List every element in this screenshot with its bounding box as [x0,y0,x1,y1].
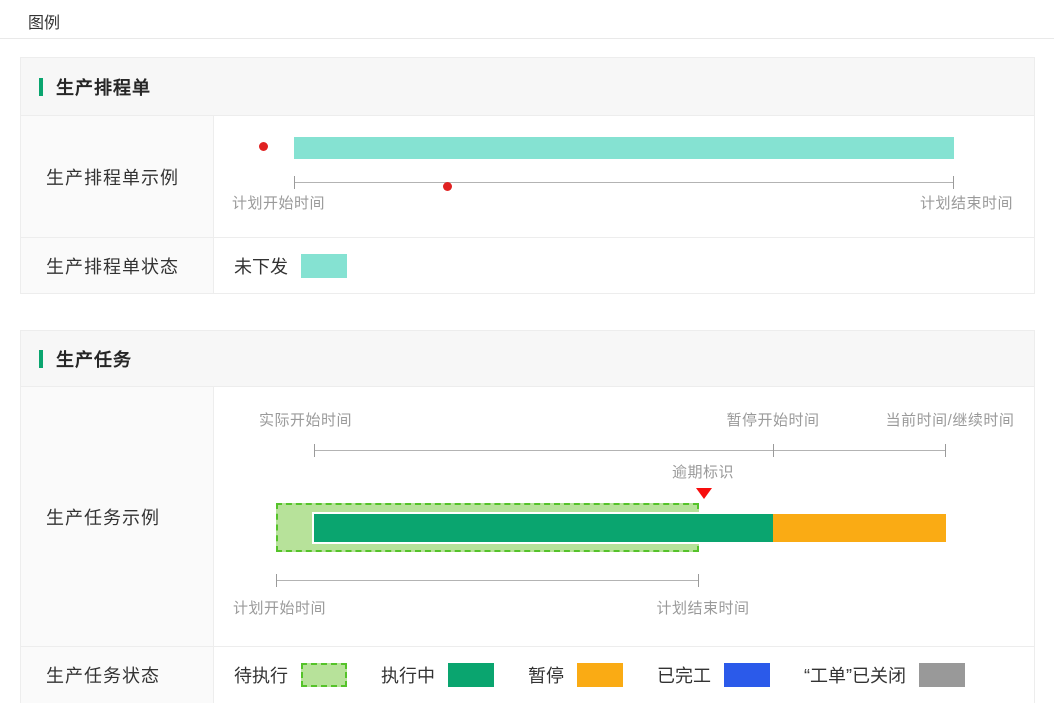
status-item-not-issued: 未下发 [234,253,347,279]
plan-start-label: 计划开始时间 [233,597,326,618]
status-item-label: 未下发 [234,253,288,279]
schedule-example-row: 生产排程单示例 计划开始时间 计划结束时间 [21,115,1034,237]
execution-timeline [314,444,946,457]
schedule-status-label: 生产排程单状态 [21,238,214,293]
pending-swatch [301,663,347,687]
schedule-status-content: 未下发 [214,238,1034,293]
schedule-bar [294,137,954,159]
closed-swatch [919,663,965,687]
status-item-done: 已完工 [657,662,770,688]
section-accent-bar [39,350,43,368]
timeline-tick [276,574,277,587]
task-example-label: 生产任务示例 [21,387,214,646]
schedule-example-diagram: 计划开始时间 计划结束时间 [214,116,1034,237]
running-segment [314,514,773,542]
status-item-pending: 待执行 [234,662,347,688]
task-panel-header: 生产任务 [21,331,1034,386]
page-title: 图例 [28,9,60,33]
status-item-label: 执行中 [381,662,435,688]
status-item-label: “工单”已关闭 [804,662,906,688]
schedule-panel-header: 生产排程单 [21,58,1034,115]
overdue-triangle-icon [696,488,712,499]
timeline-line [294,182,954,183]
timeline-tick [945,444,946,457]
paused-segment [773,514,946,542]
schedule-section-title: 生产排程单 [56,74,151,100]
status-item-label: 待执行 [234,662,288,688]
running-swatch [448,663,494,687]
plan-end-label: 计划结束时间 [656,597,749,618]
current-time-label: 当前时间/继续时间 [886,409,1015,430]
schedule-status-row: 生产排程单状态 未下发 [21,237,1034,293]
timeline-tick [953,176,954,189]
overdue-label: 逾期标识 [672,461,734,482]
task-status-content: 待执行 执行中 暂停 已完工 “工单”已关闭 [214,647,1034,703]
done-swatch [724,663,770,687]
title-divider [0,38,1054,39]
red-dot-marker [259,142,268,151]
status-item-paused: 暂停 [528,662,623,688]
timeline-tick [698,574,699,587]
timeline-line [314,450,946,451]
task-section-title: 生产任务 [56,346,132,372]
schedule-example-label: 生产排程单示例 [21,116,214,237]
pause-start-label: 暂停开始时间 [726,409,819,430]
schedule-legend-panel: 生产排程单 生产排程单示例 计划开始时间 计划结束时间 生产排程单状态 未下发 [20,57,1035,294]
task-progress-bar [312,512,948,544]
actual-start-label: 实际开始时间 [259,409,352,430]
status-item-closed: “工单”已关闭 [804,662,965,688]
timeline-tick [294,176,295,189]
task-legend-panel: 生产任务 生产任务示例 实际开始时间 暂停开始时间 当前时间/继续时间 逾期标识 [20,330,1035,703]
plan-timeline [276,574,699,587]
not-issued-swatch [301,254,347,278]
plan-start-label: 计划开始时间 [232,192,325,213]
status-item-running: 执行中 [381,662,494,688]
status-item-label: 已完工 [657,662,711,688]
task-example-diagram: 实际开始时间 暂停开始时间 当前时间/继续时间 逾期标识 计划开始时间 [214,387,1034,646]
task-example-row: 生产任务示例 实际开始时间 暂停开始时间 当前时间/继续时间 逾期标识 [21,386,1034,646]
plan-timeline [294,176,954,189]
paused-swatch [577,663,623,687]
plan-end-label: 计划结束时间 [920,192,1013,213]
timeline-line [276,580,699,581]
section-accent-bar [39,78,43,96]
timeline-tick [314,444,315,457]
task-status-row: 生产任务状态 待执行 执行中 暂停 已完工 [21,646,1034,703]
task-status-label: 生产任务状态 [21,647,214,703]
status-item-label: 暂停 [528,662,564,688]
timeline-tick [773,444,774,457]
red-dot-marker [443,182,452,191]
